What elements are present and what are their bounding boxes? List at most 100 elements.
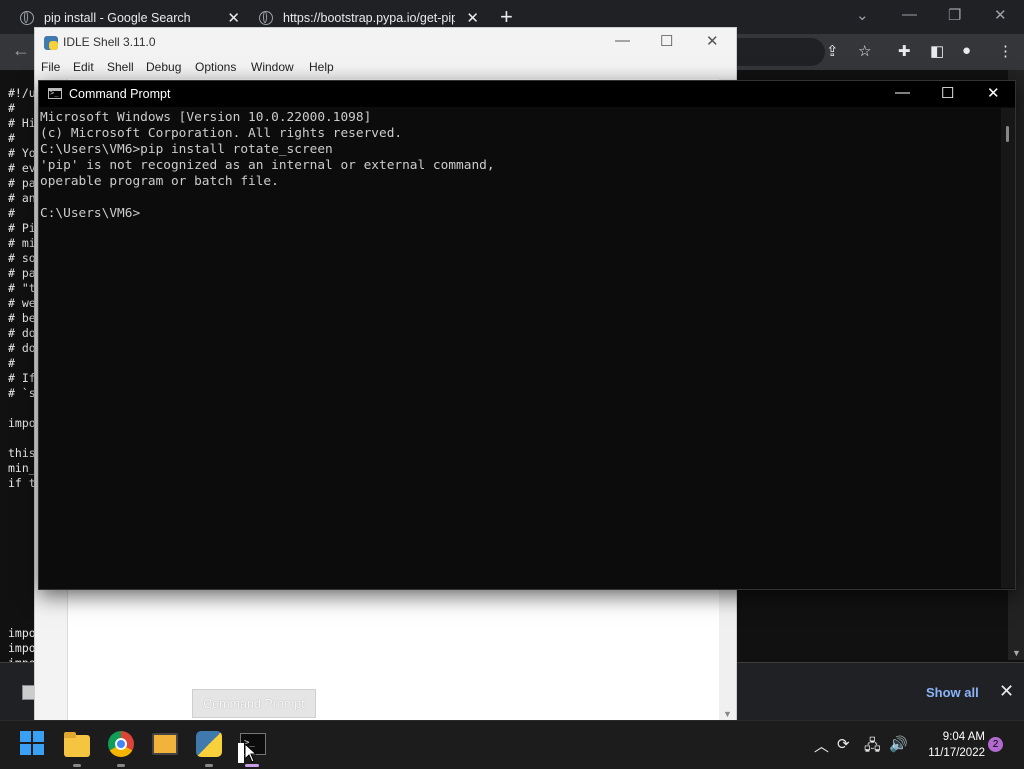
close-tab-icon[interactable]: ✕	[466, 9, 479, 27]
code-line: impo	[8, 641, 36, 655]
code-line: impo	[8, 626, 36, 640]
close-icon[interactable]: ✕	[994, 6, 1007, 24]
volume-icon[interactable]: 🔊	[889, 735, 908, 753]
clock-time: 9:04 AM	[942, 731, 985, 743]
menu-options[interactable]: Options	[195, 60, 236, 74]
side-panel-icon[interactable]: ◧	[930, 42, 944, 60]
code-line: # Hi	[8, 116, 36, 130]
notification-badge[interactable]: 2	[988, 737, 1003, 752]
start-button[interactable]	[20, 731, 46, 757]
bookmark-star-icon[interactable]: ☆	[858, 42, 871, 60]
code-line: # so	[8, 251, 36, 265]
code-line: # an	[8, 191, 36, 205]
running-indicator	[117, 764, 125, 767]
command-prompt-window[interactable]: Command Prompt — ☐ ✕ Microsoft Windows […	[38, 80, 1016, 590]
code-line: #	[8, 131, 15, 145]
console-line: Microsoft Windows [Version 10.0.22000.10…	[40, 110, 372, 125]
tab-search-icon[interactable]: ⌄	[856, 6, 869, 24]
code-line: #!/u	[8, 86, 36, 100]
menu-edit[interactable]: Edit	[73, 60, 94, 74]
tab-title: pip install - Google Search	[44, 11, 191, 25]
close-icon[interactable]: ✕	[706, 32, 719, 50]
taskbar: ︿ ⟳ 🖧 🔊 9:04 AM 11/17/2022 2	[0, 720, 1024, 769]
code-line: #	[8, 356, 15, 370]
system-clock[interactable]: 9:04 AM 11/17/2022	[915, 729, 985, 761]
code-line: min_	[8, 461, 36, 475]
code-line: # be	[8, 311, 36, 325]
idle-menu-bar: File Edit Shell Debug Options Window Hel…	[35, 58, 736, 78]
minimize-icon[interactable]: —	[615, 32, 630, 49]
code-line: # Pi	[8, 221, 36, 235]
scroll-down-icon[interactable]: ▼	[723, 709, 732, 719]
show-hidden-icons-chevron-icon[interactable]: ︿	[814, 735, 829, 756]
console-line: (c) Microsoft Corporation. All rights re…	[40, 126, 403, 141]
active-indicator	[245, 764, 259, 767]
menu-window[interactable]: Window	[251, 60, 294, 74]
code-line: # mi	[8, 236, 36, 250]
console-prompt[interactable]: C:\Users\VM6>	[40, 206, 140, 222]
close-icon[interactable]: ✕	[987, 84, 1000, 102]
cmd-scrollbar[interactable]	[1001, 108, 1015, 588]
extensions-icon[interactable]: ✚	[898, 42, 911, 60]
python-idle-icon[interactable]	[196, 731, 222, 757]
scroll-thumb[interactable]	[1006, 126, 1009, 142]
tab-title: https://bootstrap.pypa.io/get-pip	[283, 11, 455, 25]
share-icon[interactable]: ⇪	[826, 42, 839, 60]
minimize-icon[interactable]: —	[902, 6, 917, 23]
profile-icon[interactable]: ●	[962, 42, 971, 59]
close-tab-icon[interactable]: ✕	[227, 9, 240, 27]
menu-shell[interactable]: Shell	[107, 60, 134, 74]
code-line: impo	[8, 416, 36, 430]
back-arrow-icon[interactable]: ←	[12, 40, 30, 61]
idle-title-bar[interactable]: IDLE Shell 3.11.0 — ☐ ✕	[35, 28, 736, 58]
code-line: # Yo	[8, 146, 36, 160]
cmd-title-bar[interactable]: Command Prompt — ☐ ✕	[39, 81, 1015, 107]
code-line: this	[8, 446, 36, 460]
console-line: operable program or batch file.	[40, 174, 279, 189]
menu-debug[interactable]: Debug	[146, 60, 181, 74]
tooltip-text: Command Prompt	[203, 696, 305, 711]
globe-icon	[20, 11, 34, 25]
taskbar-tooltip: Command Prompt	[192, 689, 316, 718]
show-all-link[interactable]: Show all	[926, 685, 979, 700]
clock-date: 11/17/2022	[928, 747, 985, 759]
idle-title: IDLE Shell 3.11.0	[63, 35, 156, 49]
code-line: # pa	[8, 266, 36, 280]
minimize-icon[interactable]: —	[895, 84, 910, 101]
code-line: # "t	[8, 281, 36, 295]
code-line: # If	[8, 371, 36, 385]
cmd-title: Command Prompt	[69, 87, 171, 101]
globe-icon	[259, 11, 273, 25]
code-line: if t	[8, 476, 36, 490]
menu-dots-icon[interactable]: ⋮	[998, 42, 1013, 60]
code-line: #	[8, 206, 15, 220]
restore-icon[interactable]: ❐	[948, 6, 961, 24]
close-download-bar-icon[interactable]: ✕	[999, 681, 1014, 702]
windows-logo-icon	[20, 731, 44, 755]
sync-icon[interactable]: ⟳	[837, 735, 850, 753]
code-line: # ev	[8, 161, 36, 175]
network-icon[interactable]: 🖧	[864, 735, 881, 760]
console-line: 'pip' is not recognized as an internal o…	[40, 158, 495, 173]
mouse-cursor-icon	[238, 743, 256, 763]
code-line: # pa	[8, 176, 36, 190]
code-line: #	[8, 101, 15, 115]
console-line: C:\Users\VM6>pip install rotate_screen	[40, 142, 333, 157]
terminal-icon	[48, 88, 62, 99]
maximize-icon[interactable]: ☐	[941, 84, 954, 102]
scroll-down-icon[interactable]: ▼	[1012, 648, 1021, 658]
code-line: # do	[8, 326, 36, 340]
running-indicator	[73, 764, 81, 767]
cmd-console-output[interactable]: Microsoft Windows [Version 10.0.22000.10…	[40, 108, 1006, 588]
menu-file[interactable]: File	[41, 60, 60, 74]
file-explorer-icon[interactable]	[64, 732, 90, 757]
code-line: # we	[8, 296, 36, 310]
maximize-icon[interactable]: ☐	[660, 32, 673, 50]
python-icon	[44, 36, 58, 50]
menu-help[interactable]: Help	[309, 60, 334, 74]
address-bar[interactable]	[735, 38, 825, 66]
new-tab-button[interactable]: +	[500, 6, 513, 28]
photos-icon[interactable]	[152, 733, 178, 755]
running-indicator	[205, 764, 213, 767]
chrome-icon[interactable]	[108, 731, 134, 757]
